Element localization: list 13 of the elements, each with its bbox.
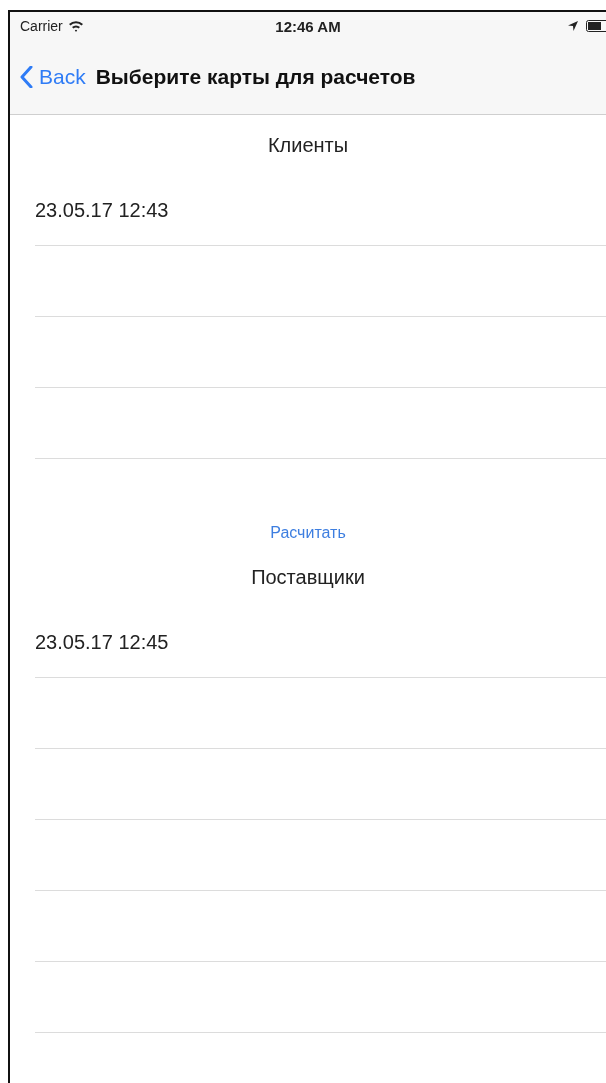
calculate-button[interactable]: Расчитать [262,519,354,547]
list-row[interactable]: 23.05.17 12:43 [35,175,169,246]
chevron-icon [20,66,33,88]
back-button[interactable]: Back [18,65,88,89]
battery-icon [586,20,606,32]
carrier-label: Carrier [20,18,63,34]
section-header: Клиенты [267,133,349,157]
screen-title: Выберите карты для расчетов [95,65,416,89]
wifi-icon [67,20,84,32]
list-row[interactable]: 23.05.17 12:45 [35,607,169,678]
location-icon [567,20,579,32]
status-time: 12:46 AM [275,17,341,35]
section-header: Поставщики [251,565,365,589]
